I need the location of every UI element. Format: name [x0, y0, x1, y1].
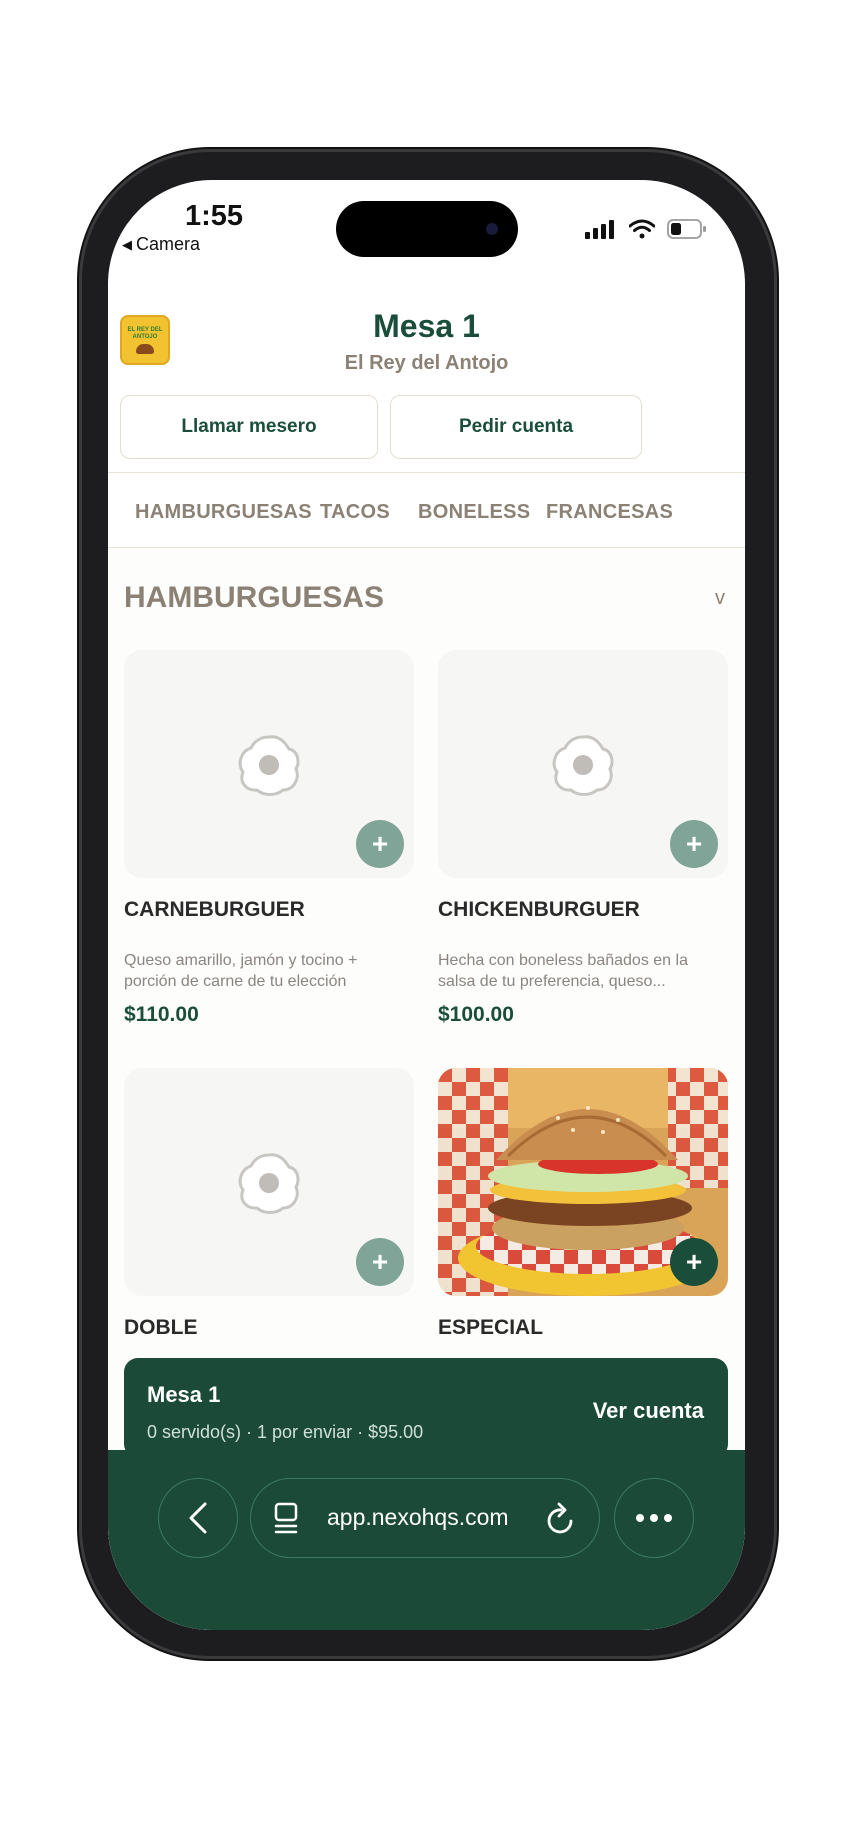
- more-dots-icon: [636, 1514, 672, 1522]
- phone-screen: 1:55 ◀ Camera EL REY DEL ANTOJO Mesa 1 E…: [108, 180, 745, 1630]
- back-to-camera[interactable]: ◀ Camera: [122, 234, 200, 255]
- add-to-cart-button[interactable]: +: [356, 1238, 404, 1286]
- product-description: Hecha con boneless bañados en la salsa d…: [438, 952, 688, 990]
- add-to-cart-button[interactable]: +: [670, 1238, 718, 1286]
- status-icons: [585, 218, 707, 240]
- call-waiter-button[interactable]: Llamar mesero: [120, 395, 378, 459]
- order-summary-bar[interactable]: Mesa 1 0 servido(s) · 1 por enviar · $95…: [124, 1358, 728, 1458]
- product-description: Queso amarillo, jamón y tocino + porción…: [124, 952, 358, 990]
- product-name: CHICKENBURGUER: [438, 898, 640, 921]
- product-name: ESPECIAL: [438, 1316, 544, 1339]
- browser-toolbar: app.nexohqs.com: [108, 1450, 745, 1630]
- product-photo: +: [438, 1068, 728, 1296]
- tab-tacos[interactable]: TACOS: [320, 501, 390, 524]
- page-title: Mesa 1: [373, 308, 480, 344]
- url-text: app.nexohqs.com: [327, 1504, 509, 1530]
- more-options-button[interactable]: [614, 1478, 694, 1558]
- camera-icon: [486, 223, 498, 235]
- battery-icon: [667, 219, 706, 239]
- restaurant-name: El Rey del Antojo: [344, 352, 509, 374]
- add-to-cart-button[interactable]: +: [356, 820, 404, 868]
- product-card[interactable]: + DOBLE: [124, 1068, 414, 1339]
- product-image-placeholder: +: [124, 650, 414, 878]
- product-card[interactable]: + CHICKENBURGUER Hecha con boneless baña…: [438, 650, 728, 1026]
- section-title: HAMBURGUESAS: [124, 581, 385, 614]
- back-triangle-icon: ◀: [122, 236, 132, 252]
- product-price: $100.00: [438, 1003, 514, 1026]
- category-tabs: HAMBURGUESAS TACOS BONELESS FRANCESAS: [108, 472, 745, 548]
- collapse-toggle[interactable]: v: [715, 587, 725, 610]
- request-bill-button[interactable]: Pedir cuenta: [390, 395, 642, 459]
- product-card[interactable]: + ESPECIAL: [438, 1068, 728, 1339]
- tab-francesas[interactable]: FRANCESAS: [546, 501, 673, 524]
- placeholder-egg-icon: [238, 1153, 300, 1214]
- order-table-title: Mesa 1: [147, 1382, 221, 1407]
- wifi-icon: [629, 219, 655, 239]
- product-image-placeholder: +: [438, 650, 728, 878]
- product-image-placeholder: +: [124, 1068, 414, 1296]
- placeholder-egg-icon: [238, 735, 300, 796]
- product-price: $110.00: [124, 1003, 199, 1026]
- tab-boneless[interactable]: BONELESS: [418, 501, 530, 524]
- chevron-left-icon: [189, 1502, 207, 1534]
- add-to-cart-button[interactable]: +: [670, 820, 718, 868]
- address-bar[interactable]: app.nexohqs.com: [250, 1478, 600, 1558]
- product-name: CARNEBURGUER: [124, 898, 305, 921]
- back-label: Camera: [136, 234, 201, 254]
- tab-hamburguesas[interactable]: HAMBURGUESAS: [135, 501, 312, 524]
- status-time: 1:55: [185, 200, 244, 232]
- product-card[interactable]: + CARNEBURGUER Queso amarillo, jamón y t…: [124, 650, 414, 1026]
- browser-back-button[interactable]: [158, 1478, 238, 1558]
- dynamic-island: [336, 201, 518, 257]
- placeholder-egg-icon: [552, 735, 614, 796]
- order-summary-text: 0 servido(s) · 1 por enviar · $95.00: [147, 1422, 424, 1442]
- product-name: DOBLE: [124, 1316, 198, 1339]
- view-bill-button[interactable]: Ver cuenta: [593, 1398, 704, 1424]
- signal-icon: [585, 220, 614, 239]
- tab-layout-icon: [274, 1502, 298, 1534]
- reload-icon[interactable]: [545, 1501, 577, 1537]
